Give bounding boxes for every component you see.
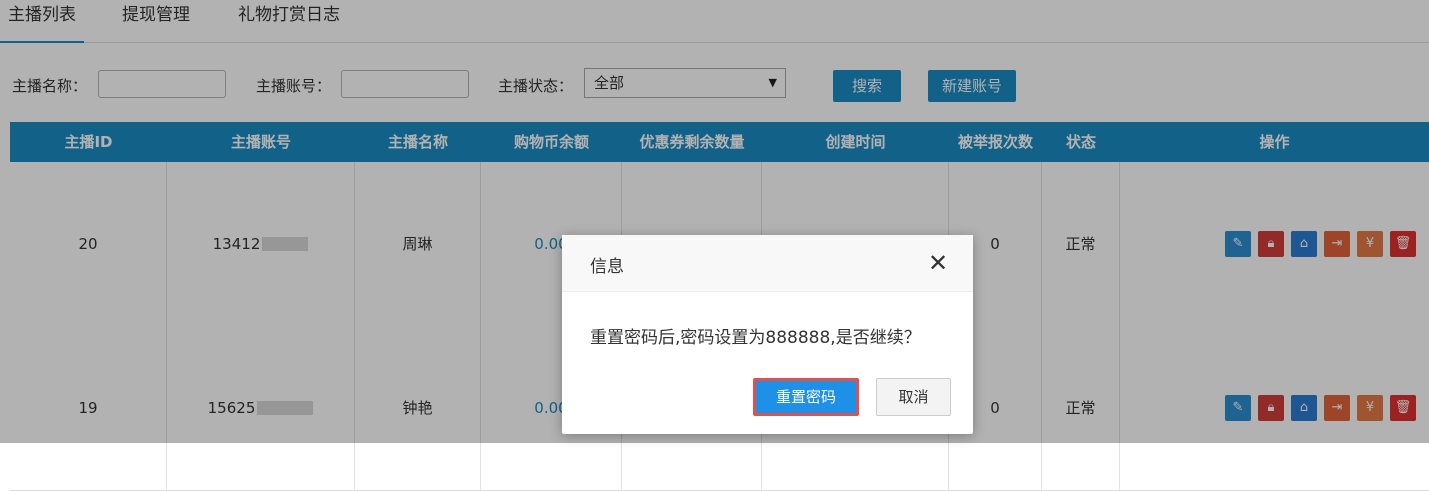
dialog-message: 重置密码后,密码设置为888888,是否继续？ [590, 328, 921, 348]
confirm-dialog: 信息 ✕ 重置密码后,密码设置为888888,是否继续？ 重置密码 取消 [562, 235, 973, 434]
dialog-header: 信息 ✕ [562, 235, 973, 292]
close-icon[interactable]: ✕ [928, 251, 948, 275]
dialog-title: 信息 [590, 257, 624, 277]
reset-password-button[interactable]: 重置密码 [753, 378, 859, 416]
cancel-button[interactable]: 取消 [876, 378, 951, 416]
